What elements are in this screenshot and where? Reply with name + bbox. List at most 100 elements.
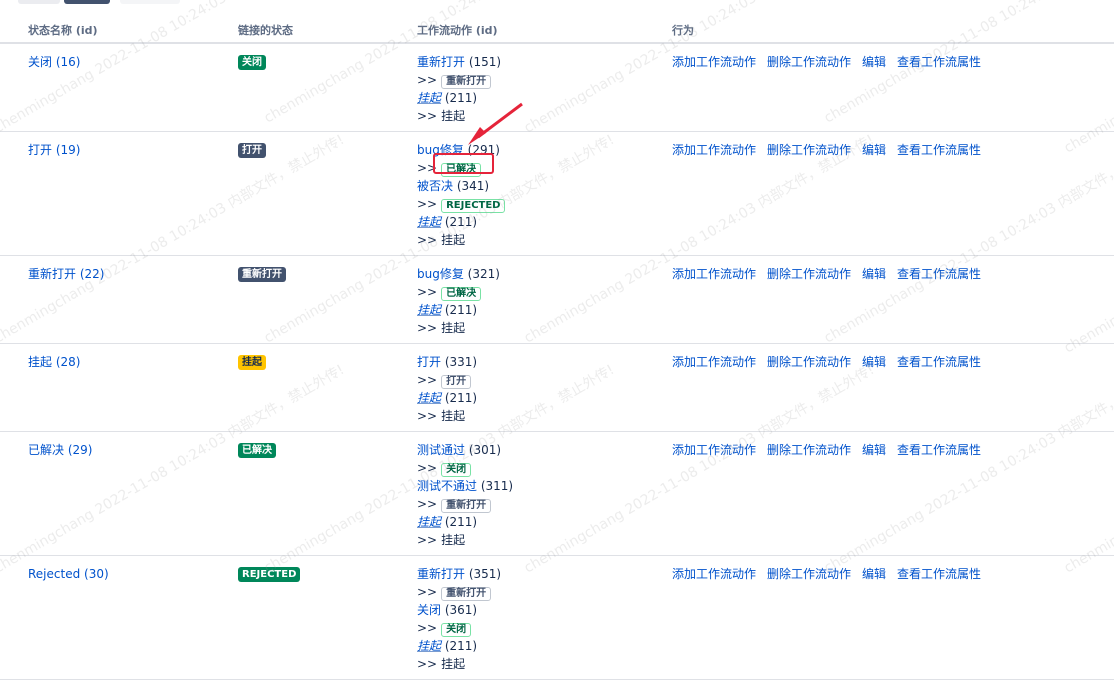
status-lozenge: 已解决 [238, 443, 276, 458]
actions-cell: 添加工作流动作 删除工作流动作 编辑 查看工作流属性 [672, 255, 1114, 344]
arrow-glyph: >> [417, 657, 438, 671]
status-name-link[interactable]: 已解决 (29) [28, 443, 92, 457]
transition-id: (291) [467, 143, 500, 157]
transition-target-line: >> 重新打开 [417, 71, 672, 89]
transition-line: bug修复 (321) [417, 265, 672, 283]
transition-id: (211) [444, 639, 478, 653]
transition-target-line: >> 已解决 [417, 159, 672, 177]
delete-transition-link[interactable]: 删除工作流动作 [767, 567, 851, 581]
status-lozenge: REJECTED [238, 567, 301, 582]
transition-line: 挂起 (211) [417, 513, 672, 531]
delete-transition-link[interactable]: 删除工作流动作 [767, 55, 851, 69]
transitions-cell: 重新打开 (351) >> 重新打开 关闭 (361) >> 关闭 挂起 (211) >> 挂起 [401, 555, 672, 680]
transition-name-link[interactable]: 测试通过 [417, 443, 465, 457]
delete-transition-link[interactable]: 删除工作流动作 [767, 443, 851, 457]
view-properties-link[interactable]: 查看工作流属性 [897, 567, 981, 581]
transition-id: (311) [480, 479, 514, 493]
delete-transition-link[interactable]: 删除工作流动作 [767, 143, 851, 157]
status-name-link[interactable]: Rejected (30) [28, 567, 109, 581]
transition-line: 测试不通过 (311) [417, 477, 672, 495]
edit-link[interactable]: 编辑 [862, 443, 886, 457]
transitions-cell: 打开 (331) >> 打开 挂起 (211) >> 挂起 [401, 343, 672, 432]
status-lozenge: 挂起 [238, 355, 266, 370]
transition-target-line: >> 挂起 [417, 107, 672, 125]
transition-target-line: >> 关闭 [417, 459, 672, 477]
edit-link[interactable]: 编辑 [862, 355, 886, 369]
view-properties-link[interactable]: 查看工作流属性 [897, 55, 981, 69]
transition-name-link[interactable]: 挂起 [417, 91, 441, 105]
transition-target-line: >> 打开 [417, 371, 672, 389]
actions-group: 添加工作流动作 删除工作流动作 编辑 查看工作流属性 [672, 53, 1114, 71]
status-name-link[interactable]: 重新打开 (22) [28, 267, 104, 281]
transition-name-link[interactable]: 打开 [417, 355, 441, 369]
header-transitions: 工作流动作 (id) [401, 18, 672, 44]
transition-line: 挂起 (211) [417, 89, 672, 107]
add-transition-link[interactable]: 添加工作流动作 [672, 143, 756, 157]
table-row: 已解决 (29) 已解决 测试通过 (301) >> 关闭 测试不通过 (311) >> 重新… [0, 431, 1114, 556]
add-transition-link[interactable]: 添加工作流动作 [672, 267, 756, 281]
status-cell: 打开 (19) [0, 131, 226, 256]
transition-name-link[interactable]: 关闭 [417, 603, 441, 617]
transition-name-link[interactable]: bug修复 [417, 143, 464, 157]
transition-line: 被否决 (341) [417, 177, 672, 195]
arrow-glyph: >> [417, 161, 438, 175]
tab-view-other[interactable] [120, 0, 180, 4]
status-name-link[interactable]: 关闭 (16) [28, 55, 80, 69]
actions-group: 添加工作流动作 删除工作流动作 编辑 查看工作流属性 [672, 441, 1114, 459]
transition-name-link[interactable]: 重新打开 [417, 55, 465, 69]
tab-view-diagram[interactable] [64, 0, 110, 4]
edit-link[interactable]: 编辑 [862, 143, 886, 157]
status-name-link[interactable]: 打开 (19) [28, 143, 80, 157]
table-row: 打开 (19) 打开 bug修复 (291) >> 已解决 被否决 (341) >> REJE… [0, 131, 1114, 256]
transitions-cell: bug修复 (291) >> 已解决 被否决 (341) >> REJECTED 挂起 (2… [401, 131, 672, 256]
view-properties-link[interactable]: 查看工作流属性 [897, 143, 981, 157]
transition-target-line: >> 挂起 [417, 655, 672, 673]
transition-name-link[interactable]: bug修复 [417, 267, 464, 281]
actions-group: 添加工作流动作 删除工作流动作 编辑 查看工作流属性 [672, 141, 1114, 159]
header-actions: 行为 [672, 18, 1114, 44]
view-properties-link[interactable]: 查看工作流属性 [897, 267, 981, 281]
status-lozenge: 打开 [238, 143, 266, 158]
transition-target-status: 关闭 [441, 623, 472, 637]
add-transition-link[interactable]: 添加工作流动作 [672, 355, 756, 369]
transition-name-link[interactable]: 挂起 [417, 303, 441, 317]
arrow-glyph: >> [417, 109, 438, 123]
edit-link[interactable]: 编辑 [862, 267, 886, 281]
actions-group: 添加工作流动作 删除工作流动作 编辑 查看工作流属性 [672, 265, 1114, 283]
transition-target-line: >> 挂起 [417, 531, 672, 549]
transition-name-link[interactable]: 被否决 [417, 179, 453, 193]
edit-link[interactable]: 编辑 [862, 567, 886, 581]
transition-name-link[interactable]: 挂起 [417, 215, 441, 229]
actions-cell: 添加工作流动作 删除工作流动作 编辑 查看工作流属性 [672, 43, 1114, 132]
view-properties-link[interactable]: 查看工作流属性 [897, 443, 981, 457]
add-transition-link[interactable]: 添加工作流动作 [672, 443, 756, 457]
table-row: Rejected (30) REJECTED 重新打开 (351) >> 重新打开 关闭 … [0, 555, 1114, 680]
actions-cell: 添加工作流动作 删除工作流动作 编辑 查看工作流属性 [672, 131, 1114, 256]
status-name-link[interactable]: 挂起 (28) [28, 355, 80, 369]
add-transition-link[interactable]: 添加工作流动作 [672, 55, 756, 69]
transition-target-status: 挂起 [441, 409, 466, 423]
transition-name-link[interactable]: 挂起 [417, 639, 441, 653]
status-lozenge: 关闭 [238, 55, 266, 70]
actions-cell: 添加工作流动作 删除工作流动作 编辑 查看工作流属性 [672, 555, 1114, 680]
transition-name-link[interactable]: 测试不通过 [417, 479, 477, 493]
transition-target-status: REJECTED [441, 199, 506, 213]
table-row: 关闭 (16) 关闭 重新打开 (151) >> 重新打开 挂起 (211) >> 挂起 添加工… [0, 43, 1114, 132]
transition-name-link[interactable]: 挂起 [417, 391, 441, 405]
transition-id: (301) [468, 443, 502, 457]
delete-transition-link[interactable]: 删除工作流动作 [767, 267, 851, 281]
tab-view-text[interactable] [18, 0, 60, 4]
transition-id: (321) [467, 267, 500, 281]
linked-status-cell: 挂起 [226, 343, 401, 432]
status-cell: Rejected (30) [0, 555, 226, 680]
transition-target-status: 重新打开 [441, 587, 492, 601]
add-transition-link[interactable]: 添加工作流动作 [672, 567, 756, 581]
transition-name-link[interactable]: 重新打开 [417, 567, 465, 581]
transition-name-link[interactable]: 挂起 [417, 515, 441, 529]
transition-line: 关闭 (361) [417, 601, 672, 619]
view-properties-link[interactable]: 查看工作流属性 [897, 355, 981, 369]
edit-link[interactable]: 编辑 [862, 55, 886, 69]
transition-target-status: 挂起 [441, 109, 466, 123]
delete-transition-link[interactable]: 删除工作流动作 [767, 355, 851, 369]
transition-target-line: >> 挂起 [417, 231, 672, 249]
